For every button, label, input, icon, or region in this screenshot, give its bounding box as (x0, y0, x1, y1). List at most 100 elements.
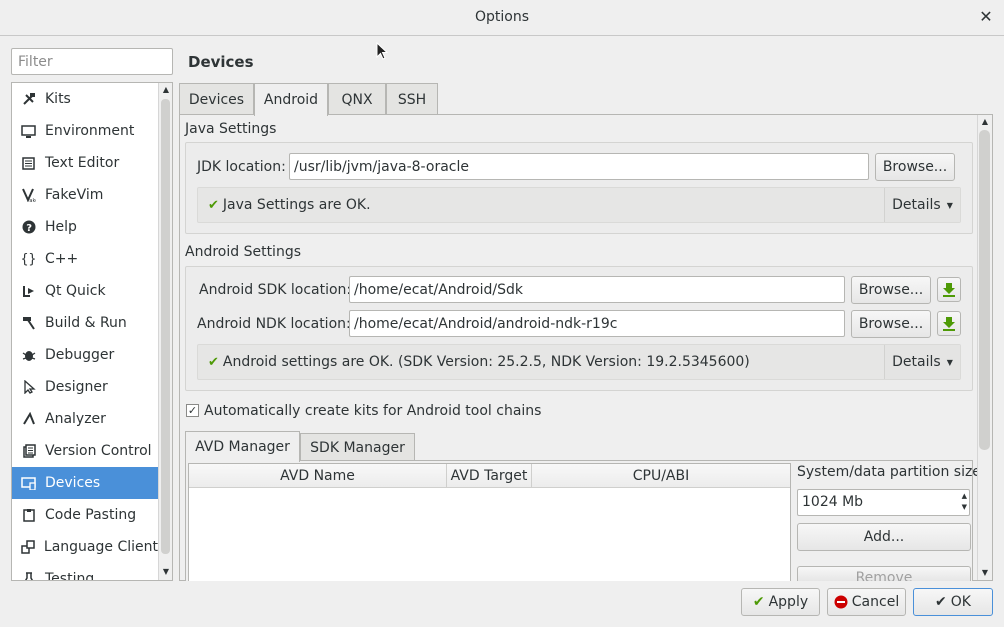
filter-input[interactable] (11, 48, 173, 75)
window-title: Options (474, 9, 530, 25)
add-avd-button[interactable]: Add... (797, 523, 971, 551)
designer-icon (12, 380, 45, 394)
spin-up-icon[interactable]: ▲ (962, 491, 967, 502)
sdk-download-icon[interactable] (937, 277, 961, 302)
details-label: Details (892, 354, 941, 370)
spin-down-icon[interactable]: ▼ (962, 502, 967, 513)
jdk-location-label: JDK location: (197, 159, 286, 175)
column-header-cpu-abi[interactable]: CPU/ABI (532, 464, 790, 488)
sidebar-scrollbar[interactable]: ▲ ▼ (158, 83, 172, 580)
tab-qnx[interactable]: QNX (328, 83, 386, 115)
sidebar-item-testing[interactable]: Testing (12, 563, 158, 581)
version-control-icon (12, 444, 45, 458)
scroll-down-icon[interactable]: ▼ (978, 566, 992, 580)
auto-create-kits-label[interactable]: Automatically create kits for Android to… (204, 403, 541, 419)
language-client-icon (12, 540, 44, 554)
sidebar-item-designer[interactable]: Designer (12, 371, 158, 403)
scroll-down-icon[interactable]: ▼ (159, 565, 173, 579)
analyzer-icon (12, 412, 45, 426)
main-scroll-thumb[interactable] (979, 130, 990, 450)
apply-button[interactable]: ✔ Apply (741, 588, 820, 616)
avd-table[interactable]: AVD Name AVD Target CPU/ABI (188, 463, 791, 581)
sidebar-item-label: Environment (45, 123, 135, 139)
sidebar-item-label: Designer (45, 379, 108, 395)
sidebar-item-label: Text Editor (45, 155, 120, 171)
ndk-location-input[interactable]: /home/ecat/Android/android-ndk-r19c (349, 310, 845, 337)
remove-avd-button[interactable]: Remove (797, 566, 971, 581)
bug-icon (12, 348, 45, 362)
text-editor-icon (12, 156, 45, 170)
sidebar-item-label: Qt Quick (45, 283, 106, 299)
sidebar-item-cpp[interactable]: {} C++ (12, 243, 158, 275)
sidebar-item-code-pasting[interactable]: Code Pasting (12, 499, 158, 531)
sidebar-item-devices[interactable]: Devices (12, 467, 158, 499)
cancel-label: Cancel (851, 594, 900, 610)
sdk-location-label: Android SDK location: (199, 282, 352, 298)
tab-avd-manager[interactable]: AVD Manager (185, 431, 300, 462)
java-settings-title: Java Settings (185, 121, 277, 137)
monitor-icon (12, 124, 45, 138)
sidebar-item-environment[interactable]: Environment (12, 115, 158, 147)
sidebar-item-text-editor[interactable]: Text Editor (12, 147, 158, 179)
sidebar-scroll-thumb[interactable] (161, 99, 170, 554)
android-details-button[interactable]: Details ▼ (884, 345, 960, 379)
partition-size-spinbox[interactable]: 1024 Mb ▲ ▼ (797, 489, 970, 516)
close-icon[interactable]: ✕ (976, 7, 996, 27)
checkmark-icon: ✔ (935, 594, 947, 610)
tab-android[interactable]: Android (254, 83, 328, 116)
column-header-avd-target[interactable]: AVD Target (447, 464, 532, 488)
help-icon: ? (12, 220, 45, 234)
android-status-text: Android settings are OK. (SDK Version: 2… (222, 354, 750, 370)
sidebar-item-label: Code Pasting (45, 507, 137, 523)
sidebar-item-help[interactable]: ? Help (12, 211, 158, 243)
apply-label: Apply (768, 594, 809, 610)
sdk-browse-button[interactable]: Browse... (851, 276, 931, 304)
jdk-location-input[interactable]: /usr/lib/jvm/java-8-oracle (289, 153, 869, 180)
tab-ssh[interactable]: SSH (386, 83, 438, 115)
qt-quick-icon (12, 284, 45, 298)
ok-button[interactable]: ✔ OK (913, 588, 993, 616)
svg-text:?: ? (26, 223, 32, 234)
sidebar-item-debugger[interactable]: Debugger (12, 339, 158, 371)
sidebar-item-analyzer[interactable]: Analyzer (12, 403, 158, 435)
details-label: Details (892, 197, 941, 213)
kits-icon (12, 92, 45, 106)
scroll-up-icon[interactable]: ▲ (159, 83, 173, 97)
svg-text:Fake: Fake (27, 198, 36, 202)
sidebar-item-label: Debugger (45, 347, 115, 363)
sdk-location-input[interactable]: /home/ecat/Android/Sdk (349, 276, 845, 303)
code-pasting-icon (12, 508, 45, 522)
sidebar-item-label: Testing (45, 571, 95, 581)
partition-size-label: System/data partition size: (797, 464, 986, 480)
sidebar-item-label: Kits (45, 91, 71, 107)
partition-size-value[interactable]: 1024 Mb (802, 494, 863, 510)
ndk-download-icon[interactable] (937, 311, 961, 336)
fakevim-icon: Fake (12, 188, 45, 202)
ndk-browse-button[interactable]: Browse... (851, 310, 931, 338)
checkmark-icon: ✔ (752, 594, 765, 610)
testing-icon (12, 572, 45, 580)
jdk-browse-button[interactable]: Browse... (875, 153, 955, 181)
cancel-button[interactable]: Cancel (827, 588, 906, 616)
auto-create-kits-checkbox[interactable]: ✓ (186, 404, 199, 417)
devices-icon (12, 476, 45, 490)
sidebar-item-fakevim[interactable]: Fake FakeVim (12, 179, 158, 211)
sidebar-item-kits[interactable]: Kits (12, 83, 158, 115)
braces-icon: {} (20, 251, 37, 267)
sidebar-item-label: Help (45, 219, 77, 235)
tab-devices[interactable]: Devices (179, 83, 254, 115)
sidebar-item-build-run[interactable]: Build & Run (12, 307, 158, 339)
chevron-down-icon: ▼ (946, 357, 953, 367)
tab-sdk-manager[interactable]: SDK Manager (300, 433, 415, 461)
sidebar-item-version-control[interactable]: Version Control (12, 435, 158, 467)
java-details-button[interactable]: Details ▼ (884, 188, 960, 222)
sidebar-item-language-client[interactable]: Language Client (12, 531, 158, 563)
sidebar-item-label: Devices (45, 475, 101, 491)
sidebar-item-label: Language Client (43, 539, 158, 555)
hammer-icon (12, 316, 45, 330)
ndk-location-label: Android NDK location: (197, 316, 351, 332)
column-header-avd-name[interactable]: AVD Name (189, 464, 447, 488)
scroll-up-icon[interactable]: ▲ (978, 115, 992, 129)
android-settings-title: Android Settings (185, 244, 301, 260)
sidebar-item-qt-quick[interactable]: Qt Quick (12, 275, 158, 307)
